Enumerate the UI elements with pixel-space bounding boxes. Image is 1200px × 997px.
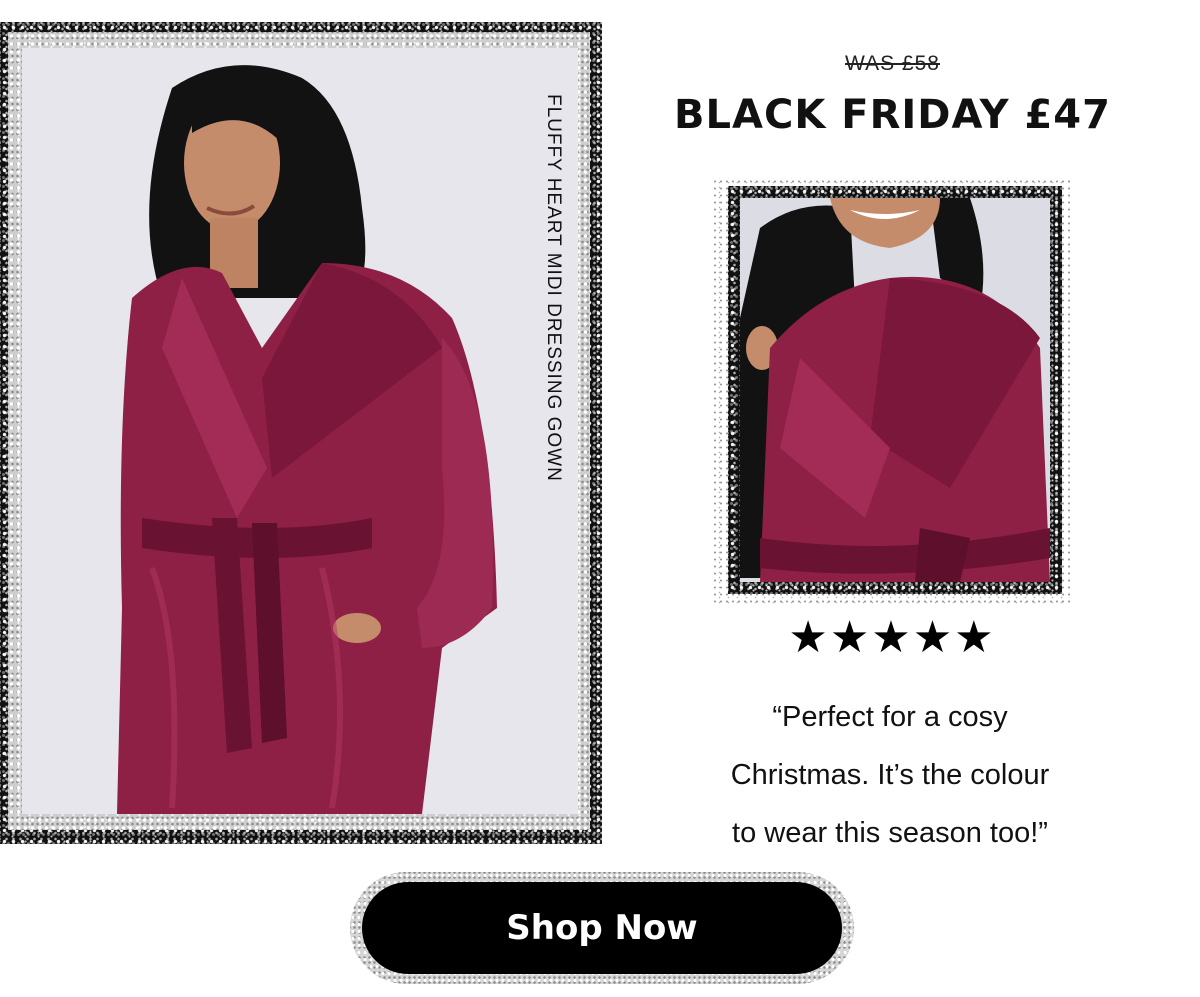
- star-icon: ★: [829, 612, 870, 663]
- detail-image-frame: [712, 178, 1070, 604]
- review-quote-line: to wear this season too!”: [732, 817, 1048, 849]
- product-name-vertical: FLUFFY HEART MIDI DRESSING GOWN: [22, 48, 578, 814]
- review-quote: “Perfect for a cosy Christmas. It’s the …: [660, 688, 1120, 862]
- main-product-frame: FLUFFY HEART MIDI DRESSING GOWN: [0, 22, 602, 844]
- detail-product-image[interactable]: [740, 198, 1050, 582]
- shop-now-glitter-border: Shop Now: [350, 872, 854, 984]
- price-black-friday: BLACK FRIDAY £47: [674, 92, 1111, 138]
- star-icon: ★: [954, 612, 994, 663]
- pricing-block: WAS £58 BLACK FRIDAY £47: [620, 0, 1165, 160]
- detail-illustration: [740, 198, 1050, 582]
- product-name: FLUFFY HEART MIDI DRESSING GOWN: [543, 94, 564, 482]
- main-product-image[interactable]: FLUFFY HEART MIDI DRESSING GOWN: [22, 48, 578, 814]
- shop-now-button[interactable]: Shop Now: [362, 882, 842, 974]
- star-icon: ★: [912, 612, 953, 663]
- rating-stars: ★ ★ ★ ★ ★: [712, 615, 1070, 661]
- star-icon: ★: [788, 612, 828, 663]
- review-quote-line: Christmas. It’s the colour: [730, 759, 1050, 791]
- star-icon: ★: [871, 612, 911, 663]
- review-quote-line: “Perfect for a cosy: [772, 701, 1008, 733]
- price-was: WAS £58: [845, 52, 940, 75]
